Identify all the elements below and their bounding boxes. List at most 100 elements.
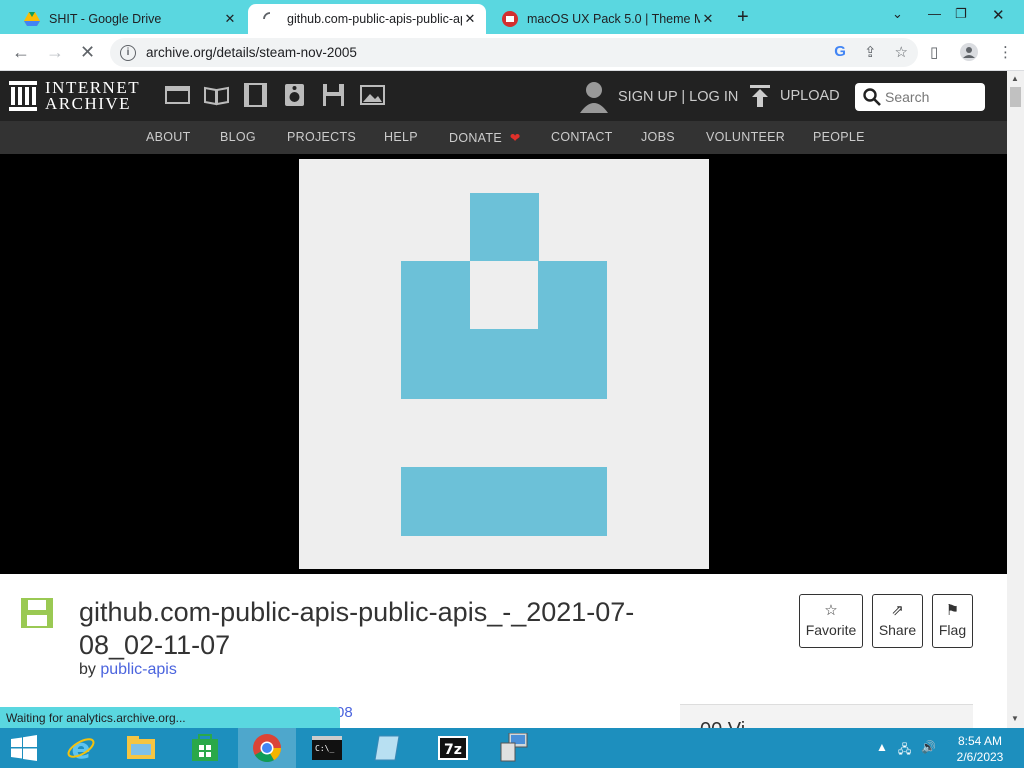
nav-donate[interactable]: DONATE ❤ xyxy=(449,130,521,145)
7zip-icon[interactable]: 7z xyxy=(424,728,482,768)
stop-loading-icon[interactable]: ✕ xyxy=(80,42,95,63)
archive-building-icon xyxy=(9,81,37,111)
web-icon[interactable] xyxy=(165,83,190,107)
windows-taskbar: e C:\_ 7z ▲ 🖧 🔊 8:54 AM 2/6/2023 xyxy=(0,728,1024,768)
upload-icon xyxy=(750,85,770,107)
preview-shape xyxy=(470,193,539,262)
software-floppy-icon xyxy=(21,598,53,628)
nav-contact[interactable]: CONTACT xyxy=(551,130,613,144)
start-button[interactable] xyxy=(0,728,48,768)
chevron-down-icon[interactable]: ⌄ xyxy=(892,6,903,22)
tab-google-drive[interactable]: SHIT - Google Drive ✕ xyxy=(10,4,246,34)
favorite-button[interactable]: ☆ Favorite xyxy=(799,594,863,648)
themepc-icon xyxy=(502,11,518,27)
search-input[interactable]: Search xyxy=(855,83,985,111)
video-icon[interactable] xyxy=(243,83,268,107)
share-icon: ⇗ xyxy=(891,602,904,619)
signup-login-label: SIGN UP | LOG IN xyxy=(618,89,739,105)
scroll-down-icon[interactable]: ▼ xyxy=(1011,714,1019,723)
preview-shape xyxy=(401,467,607,536)
back-icon[interactable]: ← xyxy=(12,42,30,63)
network-icon[interactable]: 🖧 xyxy=(898,740,911,761)
volume-icon[interactable]: 🔊 xyxy=(921,740,936,761)
side-panel-icon[interactable]: ▯ xyxy=(930,43,938,61)
file-explorer-icon[interactable] xyxy=(112,728,170,768)
favorite-label: Favorite xyxy=(805,622,857,638)
cmd-icon[interactable]: C:\_ xyxy=(298,728,356,768)
close-icon[interactable]: ✕ xyxy=(700,11,716,27)
close-icon[interactable]: ✕ xyxy=(222,11,238,27)
tray-expand-icon[interactable]: ▲ xyxy=(876,740,888,761)
svg-text:7z: 7z xyxy=(444,742,462,758)
item-preview-image[interactable] xyxy=(299,159,709,569)
item-byline: by public-apis xyxy=(79,661,177,679)
minimize-icon[interactable]: — xyxy=(928,6,941,21)
images-icon[interactable] xyxy=(360,83,385,107)
share-label: Share xyxy=(878,622,917,638)
heart-icon: ❤ xyxy=(509,131,521,145)
chrome-icon[interactable] xyxy=(238,728,296,768)
audio-icon[interactable] xyxy=(282,83,307,107)
svg-text:C:\_: C:\_ xyxy=(315,744,334,753)
svg-text:e: e xyxy=(72,733,91,763)
share-icon[interactable]: ⇪ xyxy=(864,43,877,61)
status-bubble: Waiting for analytics.archive.org... xyxy=(0,707,340,728)
address-bar[interactable]: i archive.org/details/steam-nov-2005 G ⇪… xyxy=(110,38,918,67)
item-theater xyxy=(0,154,1007,574)
site-info-icon[interactable]: i xyxy=(120,44,136,61)
logo-line2: ARCHIVE xyxy=(45,94,132,113)
new-tab-icon[interactable]: + xyxy=(737,6,749,29)
flag-label: Flag xyxy=(938,622,967,638)
texts-icon[interactable] xyxy=(204,83,229,107)
windows-logo-icon xyxy=(11,735,37,761)
clock-time: 8:54 AM xyxy=(957,734,1003,748)
signup-login-link[interactable]: SIGN UP | LOG IN xyxy=(580,81,738,113)
tab-title: macOS UX Pack 5.0 | Theme My PC xyxy=(527,12,700,26)
nav-blog[interactable]: BLOG xyxy=(220,130,256,144)
tab-internet-archive[interactable]: github.com-public-apis-public-apis_-_202… xyxy=(248,4,486,34)
user-icon xyxy=(580,82,608,113)
share-button[interactable]: ⇗ Share xyxy=(872,594,923,648)
internet-explorer-icon[interactable]: e xyxy=(52,728,110,768)
software-icon[interactable] xyxy=(321,83,346,107)
scroll-up-icon[interactable]: ▲ xyxy=(1011,74,1019,83)
google-drive-icon xyxy=(24,11,40,27)
nav-people[interactable]: PEOPLE xyxy=(813,130,865,144)
tab-strip: SHIT - Google Drive ✕ github.com-public-… xyxy=(0,0,1024,34)
item-details: github.com-public-apis-public-apis_-_202… xyxy=(0,574,1007,741)
network-app-icon[interactable] xyxy=(486,728,544,768)
notepad-icon[interactable] xyxy=(358,728,416,768)
nav-jobs[interactable]: JOBS xyxy=(641,130,675,144)
scrollbar-thumb[interactable] xyxy=(1010,87,1021,107)
page-scrollbar[interactable]: ▲ ▼ xyxy=(1007,71,1024,728)
window-close-icon[interactable]: ✕ xyxy=(992,6,1005,24)
system-tray: ▲ 🖧 🔊 xyxy=(876,740,936,761)
restore-icon[interactable]: ❐ xyxy=(955,6,967,22)
search-icon xyxy=(863,88,881,106)
ia-logo[interactable]: INTERNET ARCHIVE xyxy=(9,79,140,113)
close-icon[interactable]: ✕ xyxy=(462,11,478,27)
nav-help[interactable]: HELP xyxy=(384,130,418,144)
loading-spinner-icon xyxy=(262,11,278,27)
profile-avatar-icon[interactable] xyxy=(960,43,978,65)
nav-about[interactable]: ABOUT xyxy=(146,130,191,144)
preview-shape xyxy=(470,261,538,329)
tab-themepc[interactable]: macOS UX Pack 5.0 | Theme My PC ✕ xyxy=(488,4,724,34)
by-label: by xyxy=(79,661,96,678)
star-icon: ☆ xyxy=(824,602,838,619)
tab-title: github.com-public-apis-public-apis_-_202… xyxy=(287,12,462,26)
nav-volunteer[interactable]: VOLUNTEER xyxy=(706,130,785,144)
flag-button[interactable]: ⚑ Flag xyxy=(932,594,973,648)
bookmark-star-icon[interactable]: ☆ xyxy=(895,43,908,61)
item-title: github.com-public-apis-public-apis_-_202… xyxy=(79,597,635,660)
taskbar-clock[interactable]: 8:54 AM 2/6/2023 xyxy=(950,733,1010,765)
upload-link[interactable]: UPLOAD xyxy=(750,85,840,107)
ia-header: INTERNET ARCHIVE SIGN UP | LOG IN UPLOAD… xyxy=(0,71,1007,121)
menu-kebab-icon[interactable]: ⋮ xyxy=(998,43,1013,61)
store-icon[interactable] xyxy=(176,728,234,768)
nav-projects[interactable]: PROJECTS xyxy=(287,130,356,144)
google-lens-icon[interactable]: G xyxy=(834,43,846,61)
url-text: archive.org/details/steam-nov-2005 xyxy=(146,45,357,60)
forward-icon[interactable]: → xyxy=(46,42,64,63)
author-link[interactable]: public-apis xyxy=(100,661,176,678)
